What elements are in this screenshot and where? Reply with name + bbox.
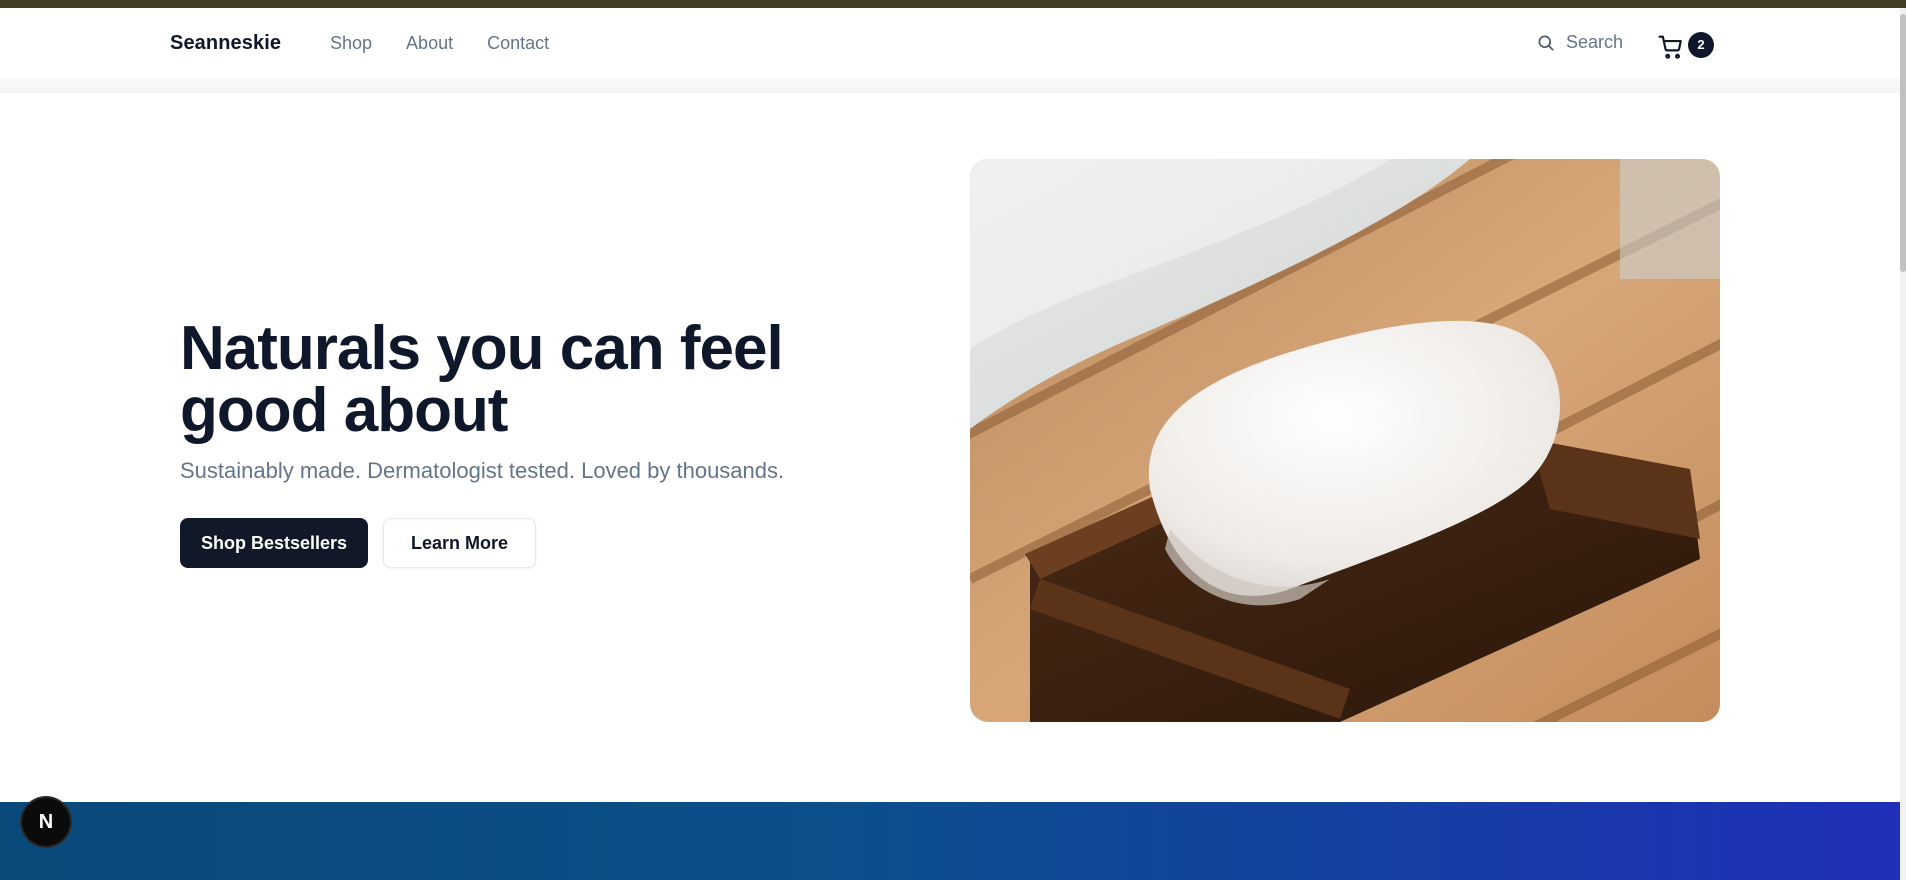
hero-product-image (970, 159, 1720, 722)
header-shadow (0, 78, 1900, 93)
bottom-banner (0, 802, 1900, 880)
nav-link-about[interactable]: About (406, 33, 453, 54)
search-icon (1538, 35, 1554, 51)
dev-indicator-badge[interactable]: N (22, 798, 70, 846)
search-button[interactable]: Search (1536, 32, 1623, 53)
shop-bestsellers-button[interactable]: Shop Bestsellers (180, 518, 368, 568)
cart-button[interactable]: 2 (1658, 30, 1718, 64)
browser-top-strip (0, 0, 1906, 8)
soap-dish-illustration (970, 159, 1720, 722)
dev-indicator-letter: N (38, 810, 54, 833)
cart-count-badge: 2 (1688, 32, 1714, 58)
hero-subtitle: Sustainably made. Dermatologist tested. … (180, 458, 785, 483)
hero-title: Naturals you can feel good about (180, 314, 784, 445)
learn-more-button[interactable]: Learn More (383, 518, 536, 568)
nav-link-shop[interactable]: Shop (330, 33, 372, 54)
scrollbar-thumb[interactable] (1900, 14, 1906, 272)
brand-logo[interactable]: Seanneskie (170, 32, 281, 55)
cart-icon (1658, 35, 1682, 59)
scrollbar[interactable] (1900, 8, 1906, 880)
main-nav: Shop About Contact (330, 33, 549, 54)
site-header: Seanneskie Shop About Contact Search 2 (0, 8, 1900, 79)
page: Seanneskie Shop About Contact Search 2 N… (0, 8, 1900, 880)
nav-link-contact[interactable]: Contact (487, 33, 549, 54)
search-label: Search (1566, 32, 1624, 52)
